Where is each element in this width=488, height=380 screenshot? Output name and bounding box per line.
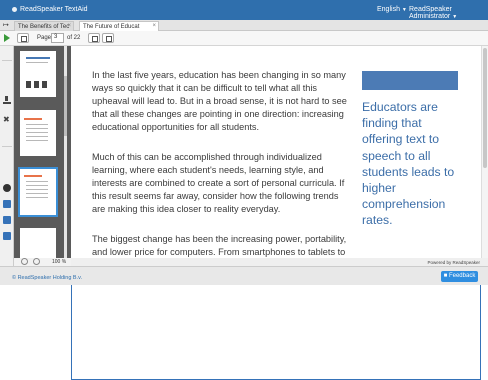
feedback-label: Feedback xyxy=(448,273,476,279)
thumb-line xyxy=(26,181,48,182)
thumb-heading xyxy=(26,57,50,59)
thumbnail-page-1[interactable] xyxy=(20,51,56,97)
settings-icon[interactable] xyxy=(3,232,11,240)
thumbnail-scrollbar[interactable] xyxy=(64,46,67,258)
paragraph: In the last five years, education has be… xyxy=(92,70,347,132)
pull-quote-bar xyxy=(362,71,458,90)
left-tool-sidebar: ✖ xyxy=(0,46,481,380)
toolbar: Page 3 of 22 xyxy=(0,31,488,46)
thumbnail-page-3[interactable] xyxy=(18,167,58,217)
thumb-heading xyxy=(24,118,42,120)
user-label: ReadSpeaker Administrator xyxy=(409,6,452,20)
paragraph: The biggest change has been the increasi… xyxy=(92,234,347,257)
copyright-link[interactable]: © ReadSpeaker Holding B.v. xyxy=(12,275,82,281)
zoom-controls: 100 % xyxy=(14,258,71,266)
thumb-line xyxy=(26,189,48,190)
thumbnail-page-4[interactable] xyxy=(20,228,56,258)
thumb-line xyxy=(26,124,48,125)
thumb-line xyxy=(26,62,48,63)
page-label: Page xyxy=(37,35,52,41)
collapse-arrow-icon[interactable]: ↦ xyxy=(3,21,9,29)
paragraph: Much of this can be accomplished through… xyxy=(92,152,345,214)
thumbnail-page-2[interactable] xyxy=(20,110,56,156)
divider xyxy=(2,60,12,61)
document-tabs: ↦ The Benefits of Tec × The Future of Edu… xyxy=(0,20,488,31)
powered-by-text: Powered by ReadSpeaker xyxy=(427,260,480,265)
powered-by-bar: Powered by ReadSpeaker xyxy=(71,258,488,266)
scrollbar-thumb[interactable] xyxy=(483,48,487,168)
thumbnail-panel xyxy=(14,46,71,258)
thumb-heading xyxy=(24,175,42,177)
footer: © ReadSpeaker Holding B.v. ■ Feedback xyxy=(0,266,488,285)
download-icon[interactable] xyxy=(3,96,11,104)
chevron-down-icon: ▼ xyxy=(401,7,407,13)
two-page-view-button[interactable] xyxy=(102,33,114,43)
zoom-in-icon[interactable] xyxy=(33,258,40,265)
pull-quote: Educators are finding that offering text… xyxy=(362,100,455,228)
thumb-line xyxy=(26,136,48,137)
document-scrollbar[interactable] xyxy=(481,46,488,258)
thumb-line xyxy=(26,193,48,194)
readspeaker-logo-icon xyxy=(12,7,17,12)
thumb-line xyxy=(26,140,48,141)
tools-icon[interactable]: ✖ xyxy=(3,116,11,124)
language-label: English xyxy=(377,6,400,13)
thumb-image xyxy=(26,81,31,88)
app-title: ReadSpeaker TextAid xyxy=(20,6,88,13)
document-viewer: In the last five years, education has be… xyxy=(71,46,481,258)
thumb-line xyxy=(26,132,48,133)
thumb-line xyxy=(26,197,48,198)
close-icon[interactable]: × xyxy=(67,23,71,29)
tab-future-education[interactable]: The Future of Educat × xyxy=(79,21,159,31)
page-input[interactable]: 3 xyxy=(51,33,64,43)
language-menu[interactable]: English ▼ xyxy=(377,6,407,13)
thumb-image xyxy=(42,81,47,88)
play-icon[interactable] xyxy=(4,34,10,42)
thumb-line xyxy=(26,128,48,129)
globe-icon[interactable] xyxy=(3,184,11,192)
tab-label: The Benefits of Tec xyxy=(18,24,70,30)
page-count: of 22 xyxy=(67,35,81,41)
app-header: ReadSpeaker TextAid English ▼ ReadSpeake… xyxy=(0,0,488,20)
feedback-button[interactable]: ■ Feedback xyxy=(441,271,478,282)
thumb-line xyxy=(26,185,48,186)
user-menu[interactable]: ReadSpeaker Administrator ▼ xyxy=(409,6,488,20)
tab-benefits[interactable]: The Benefits of Tec × xyxy=(14,21,74,31)
accessibility-icon[interactable] xyxy=(3,200,11,208)
zoom-out-icon[interactable] xyxy=(21,258,28,265)
divider xyxy=(2,146,12,147)
single-page-view-button[interactable] xyxy=(88,33,100,43)
scrollbar-thumb[interactable] xyxy=(64,76,67,136)
brand: ReadSpeaker TextAid xyxy=(12,6,88,13)
thumb-image xyxy=(34,81,39,88)
zoom-level: 100 % xyxy=(52,259,67,265)
close-icon[interactable]: × xyxy=(152,23,156,29)
thumbnails-toggle-button[interactable] xyxy=(17,33,29,43)
text-size-icon[interactable] xyxy=(3,216,11,224)
tab-label: The Future of Educat xyxy=(83,24,140,30)
